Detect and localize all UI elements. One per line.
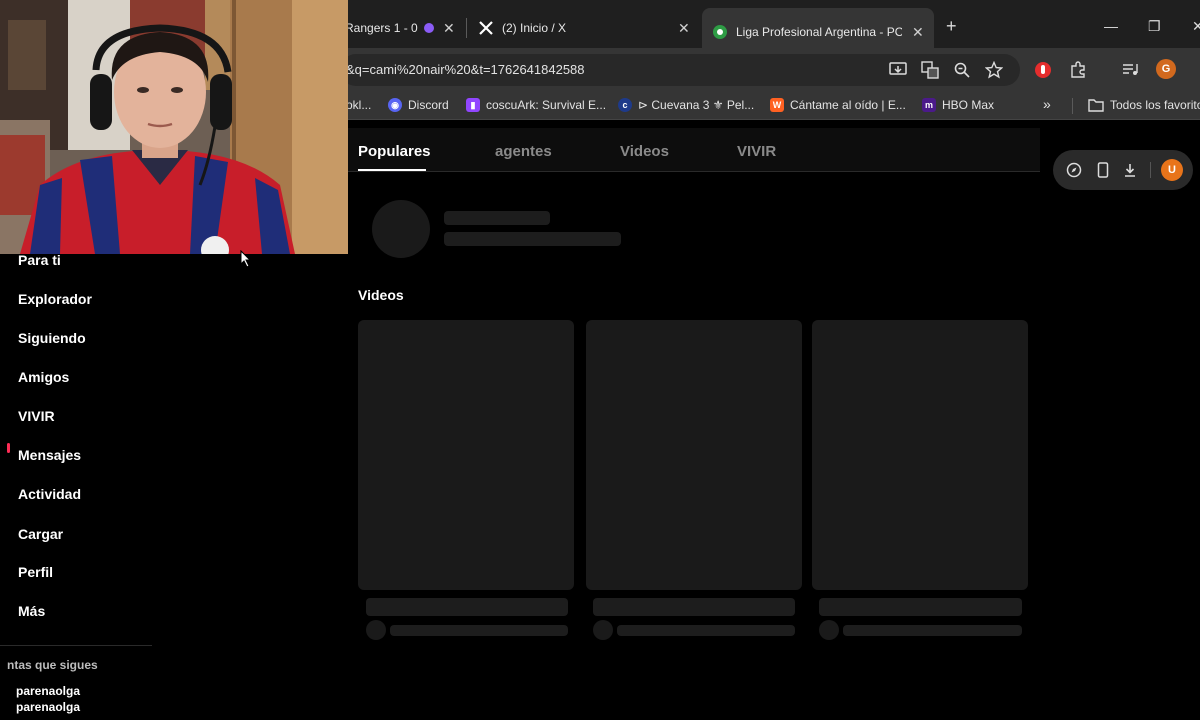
compass-icon[interactable] [1066, 162, 1082, 178]
following-account[interactable]: parenaolga [16, 684, 80, 698]
purple-dot-icon [423, 23, 434, 33]
discord-icon: ◉ [388, 98, 402, 112]
author-name-skeleton [843, 625, 1022, 636]
all-bookmarks-folder[interactable]: Todos los favoritos [1088, 98, 1200, 112]
close-icon[interactable]: ✕ [678, 20, 690, 37]
adblock-extension-icon[interactable] [1033, 60, 1053, 80]
download-icon[interactable] [1122, 162, 1138, 178]
media-control-icon[interactable] [1120, 60, 1140, 80]
profile-subtitle-skeleton [444, 232, 621, 246]
bookmark-star-icon[interactable] [984, 60, 1004, 80]
sidebar-item-mas[interactable]: Más [18, 603, 45, 619]
video-card-skeleton[interactable] [812, 320, 1028, 590]
url-text[interactable]: &q=cami%20nair%20&t=1762641842588 [346, 62, 585, 77]
bookmark-label: Cántame al oído | E... [790, 98, 906, 112]
sidebar-item-siguiendo[interactable]: Siguiendo [18, 330, 86, 346]
wattpad-icon: W [770, 98, 784, 112]
bookmark-twitch[interactable]: ▮ coscuArk: Survival E... [466, 98, 606, 112]
cuevana-icon: c [618, 98, 632, 112]
sidebar-item-vivir[interactable]: VIVIR [18, 408, 55, 424]
content-tab-bar: Populares agentes Videos VIVIR [348, 128, 1040, 172]
tab-videos[interactable]: Videos [620, 143, 669, 160]
floating-action-bar: U [1053, 150, 1193, 190]
window-close-icon[interactable]: ✕ [1192, 18, 1200, 35]
hbo-max-icon: m [922, 98, 936, 112]
notification-indicator [7, 443, 10, 453]
mobile-device-icon[interactable] [1095, 162, 1111, 178]
tab-populares[interactable]: Populares [358, 143, 431, 160]
author-name-skeleton [617, 625, 795, 636]
video-title-skeleton [819, 598, 1022, 616]
new-tab-button[interactable]: + [946, 16, 957, 37]
tab-title: Liga Profesional Argentina - PO [736, 25, 902, 39]
restore-icon[interactable]: ❐ [1148, 18, 1161, 35]
video-card-skeleton[interactable] [358, 320, 574, 590]
bookmark-item[interactable]: okl... [346, 98, 371, 112]
browser-tab-x[interactable]: (2) Inicio / X ✕ [470, 8, 698, 48]
sidebar-item-para-ti[interactable]: Para ti [18, 252, 61, 268]
bookmark-separator [1072, 98, 1073, 114]
following-account[interactable]: parenaolga [16, 700, 80, 714]
bookmark-label: Discord [408, 98, 449, 112]
tab-agentes[interactable]: agentes [495, 143, 552, 160]
active-tab-indicator [358, 169, 426, 171]
sidebar-item-perfil[interactable]: Perfil [18, 564, 53, 580]
x-logo-icon [478, 20, 494, 36]
install-app-icon[interactable] [888, 60, 908, 80]
sidebar-item-amigos[interactable]: Amigos [18, 369, 69, 385]
soccer-ball-icon [712, 24, 728, 40]
folder-icon [1088, 98, 1104, 112]
section-title: Videos [358, 287, 404, 303]
bookmark-wattpad[interactable]: W Cántame al oído | E... [770, 98, 906, 112]
sidebar-item-explorador[interactable]: Explorador [18, 291, 92, 307]
tab-separator [466, 18, 467, 38]
sidebar-item-actividad[interactable]: Actividad [18, 486, 81, 502]
author-avatar-skeleton [366, 620, 386, 640]
bookmark-label: coscuArk: Survival E... [486, 98, 607, 112]
webcam-person-image [0, 0, 348, 254]
sidebar-item-cargar[interactable]: Cargar [18, 526, 63, 542]
tab-title: Rangers 1 - 0 [345, 21, 418, 35]
author-avatar-skeleton [819, 620, 839, 640]
bookmark-hbo-max[interactable]: m HBO Max [922, 98, 994, 112]
bookmark-label: Todos los favoritos [1110, 98, 1200, 112]
sidebar-item-mensajes[interactable]: Mensajes [18, 447, 81, 463]
close-icon[interactable]: ✕ [443, 20, 455, 37]
following-accounts-title: ntas que sigues [7, 658, 98, 672]
profile-avatar-skeleton [372, 200, 430, 258]
address-bar[interactable]: &q=cami%20nair%20&t=1762641842588 [340, 54, 1020, 86]
minimize-icon[interactable]: — [1104, 18, 1118, 34]
mouse-cursor-icon [240, 250, 252, 268]
bookmarks-overflow-button[interactable]: » [1043, 96, 1051, 112]
bookmark-label: okl... [346, 98, 372, 112]
video-title-skeleton [366, 598, 568, 616]
bookmark-discord[interactable]: ◉ Discord [388, 98, 449, 112]
close-icon[interactable]: ✕ [912, 24, 924, 41]
author-avatar-skeleton [593, 620, 613, 640]
video-card-skeleton[interactable] [586, 320, 802, 590]
bookmark-label: ⊳ Cuevana 3 ⚜ Pel... [638, 98, 755, 112]
tab-vivir[interactable]: VIVIR [737, 143, 776, 160]
action-bar-separator [1150, 162, 1151, 178]
tab-title: (2) Inicio / X [502, 21, 567, 35]
translate-icon[interactable] [920, 60, 940, 80]
profile-name-skeleton [444, 211, 550, 225]
extensions-puzzle-icon[interactable] [1068, 60, 1088, 80]
video-title-skeleton [593, 598, 795, 616]
author-name-skeleton [390, 625, 568, 636]
browser-profile-avatar[interactable]: G [1156, 59, 1176, 79]
sidebar-divider [0, 645, 152, 646]
user-avatar[interactable]: U [1161, 159, 1183, 181]
twitch-icon: ▮ [466, 98, 480, 112]
bookmark-cuevana[interactable]: c ⊳ Cuevana 3 ⚜ Pel... [618, 98, 754, 112]
bookmark-label: HBO Max [942, 98, 995, 112]
browser-tab-rangers[interactable]: Rangers 1 - 0 ✕ [340, 8, 462, 48]
webcam-overlay [0, 0, 348, 254]
zoom-icon[interactable] [952, 60, 972, 80]
